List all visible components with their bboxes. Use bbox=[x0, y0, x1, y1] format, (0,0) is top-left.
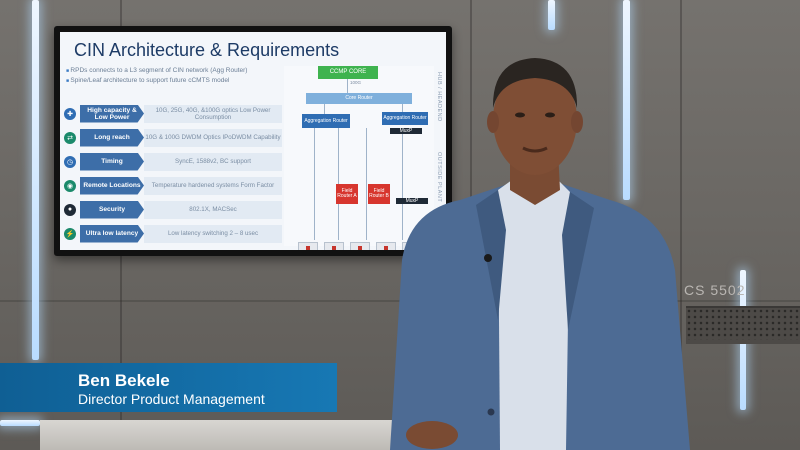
requirement-desc: Low latency switching 2 – 8 usec bbox=[144, 224, 282, 243]
diagram-link bbox=[314, 128, 315, 240]
light-strip bbox=[32, 0, 39, 360]
diagram-link bbox=[324, 104, 325, 114]
capacity-icon: ✚ bbox=[64, 107, 76, 120]
presenter-ear bbox=[487, 111, 499, 133]
reach-icon: ⇄ bbox=[64, 131, 76, 144]
field-router-a-box: Field Router A bbox=[336, 184, 358, 204]
slide-bullets: RPDs connects to a L3 segment of CIN net… bbox=[66, 66, 276, 86]
device-vent bbox=[686, 308, 800, 340]
requirement-label: Remote Locations bbox=[80, 176, 144, 195]
presenter-shirt bbox=[498, 180, 570, 450]
lapel-microphone bbox=[484, 254, 492, 262]
requirement-label: Long reach bbox=[80, 128, 144, 147]
presenter bbox=[390, 58, 690, 450]
diagram-link bbox=[347, 79, 348, 93]
slide-bullet: RPDs connects to a L3 segment of CIN net… bbox=[66, 66, 276, 76]
desk bbox=[40, 420, 400, 450]
rpd-device bbox=[324, 242, 344, 250]
speaker-title: Director Product Management bbox=[78, 391, 265, 407]
requirement-label: High capacity & Low Power bbox=[80, 104, 144, 123]
security-icon: ● bbox=[64, 203, 76, 216]
rpd-device bbox=[350, 242, 370, 250]
requirement-desc: 802.1X, MACSec bbox=[144, 200, 282, 219]
speaker-name: Ben Bekele bbox=[78, 371, 170, 390]
presenter-hand bbox=[406, 421, 458, 449]
requirement-row: ● Security 802.1X, MACSec bbox=[64, 198, 282, 221]
requirement-desc: Temperature hardened systems Form Factor bbox=[144, 176, 282, 195]
light-strip bbox=[0, 420, 40, 426]
requirement-label: Timing bbox=[80, 152, 144, 171]
presenter-ear bbox=[571, 111, 583, 133]
cmts-core-box: CCMP CORE bbox=[318, 66, 378, 79]
requirement-desc: 10G, 25G, 40G, &100G optics Low Power Co… bbox=[144, 104, 282, 123]
light-strip bbox=[548, 0, 555, 30]
latency-icon: ⚡ bbox=[64, 227, 76, 240]
requirement-desc: SyncE, 1588v2, BC support bbox=[144, 152, 282, 171]
lower-third: Ben Bekele Director Product Management bbox=[0, 363, 337, 412]
slide-title: CIN Architecture & Requirements bbox=[74, 40, 340, 60]
requirement-row: ⚡ Ultra low latency Low latency switchin… bbox=[64, 222, 282, 245]
requirement-desc: 10G & 100G DWDM Optics IPoDWDM Capabilit… bbox=[144, 128, 282, 147]
requirement-row: ◉ Remote Locations Temperature hardened … bbox=[64, 174, 282, 197]
requirement-row: ⇄ Long reach 10G & 100G DWDM Optics IPoD… bbox=[64, 126, 282, 149]
requirement-row: ✚ High capacity & Low Power 10G, 25G, 40… bbox=[64, 102, 282, 125]
timing-icon: ◷ bbox=[64, 155, 76, 168]
requirements-list: ✚ High capacity & Low Power 10G, 25G, 40… bbox=[64, 102, 282, 246]
location-icon: ◉ bbox=[64, 179, 76, 192]
slide-bullet: Spine/Leaf architecture to support futur… bbox=[66, 76, 276, 86]
diagram-link bbox=[366, 128, 367, 240]
jacket-button bbox=[487, 408, 495, 416]
requirement-row: ◷ Timing SyncE, 1588v2, BC support bbox=[64, 150, 282, 173]
requirement-label: Ultra low latency bbox=[80, 224, 144, 243]
requirement-label: Security bbox=[80, 200, 144, 219]
rpd-device bbox=[298, 242, 318, 250]
presenter-eye bbox=[545, 112, 555, 118]
presenter-eye bbox=[515, 112, 525, 118]
agg-router-left-box: Aggregation Router bbox=[302, 114, 350, 128]
link-speed: 100G bbox=[350, 80, 362, 85]
